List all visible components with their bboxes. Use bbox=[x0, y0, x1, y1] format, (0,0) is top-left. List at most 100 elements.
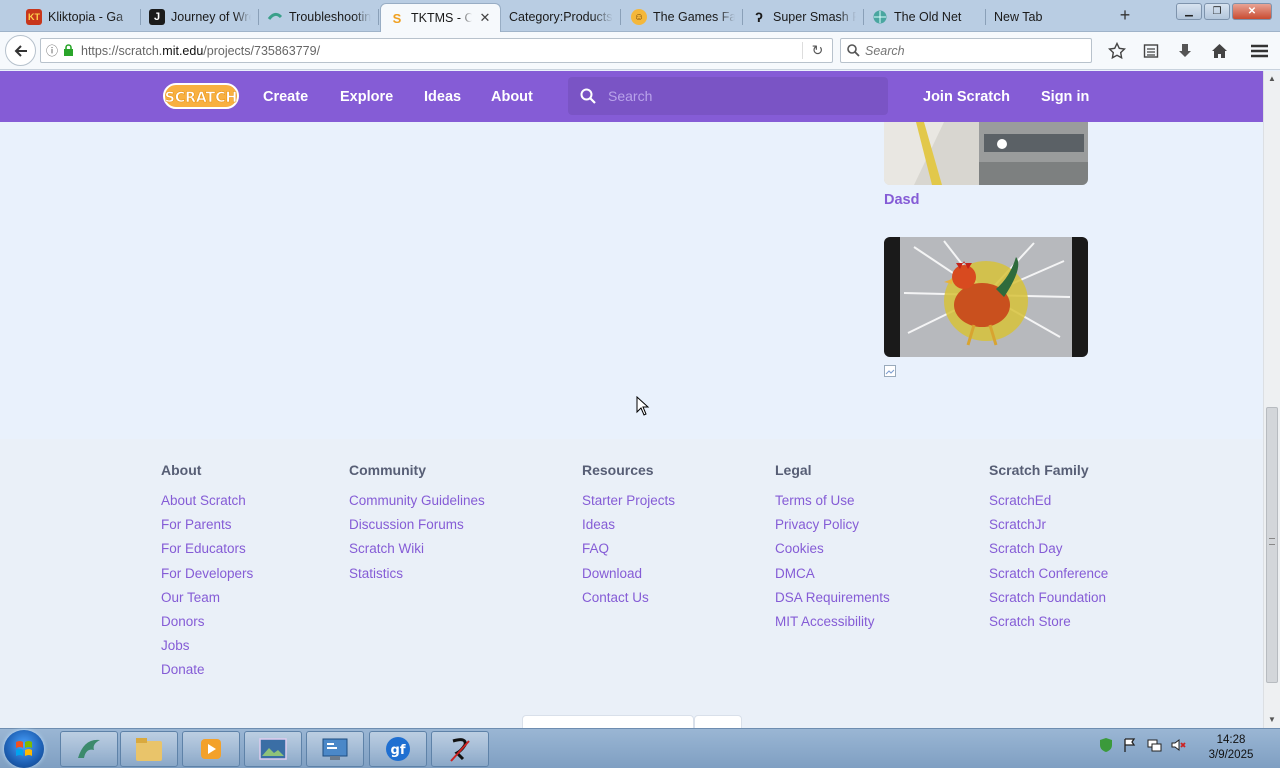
footer-link-jobs[interactable]: Jobs bbox=[161, 638, 253, 662]
footer-link-for-educators[interactable]: For Educators bbox=[161, 541, 253, 565]
hamburger-menu-icon[interactable] bbox=[1246, 39, 1272, 63]
sign-in-link[interactable]: Sign in bbox=[1041, 71, 1089, 122]
create-link[interactable]: Create bbox=[263, 71, 308, 122]
browser-tab-strip: KT Kliktopia - Ga J Journey of Wre Troub… bbox=[0, 0, 1280, 32]
clock-date: 3/9/2025 bbox=[1208, 749, 1254, 761]
footer-link-discussion-forums[interactable]: Discussion Forums bbox=[349, 517, 485, 541]
about-link[interactable]: About bbox=[491, 71, 533, 122]
tab-new-tab[interactable]: New Tab bbox=[986, 3, 1106, 31]
tab-troubleshooting[interactable]: Troubleshootin bbox=[259, 3, 379, 31]
scratch-logo[interactable]: SCRATCH bbox=[163, 82, 239, 110]
footer-link-faq[interactable]: FAQ bbox=[582, 541, 675, 565]
footer-link-scratchjr[interactable]: ScratchJr bbox=[989, 517, 1108, 541]
footer-link-for-developers[interactable]: For Developers bbox=[161, 566, 253, 590]
start-button[interactable] bbox=[4, 730, 44, 768]
bookmark-star-icon[interactable] bbox=[1100, 38, 1134, 63]
tab-old-net[interactable]: The Old Net bbox=[864, 3, 986, 31]
scrollbar-thumb[interactable] bbox=[1266, 407, 1278, 683]
footer-link-ideas[interactable]: Ideas bbox=[582, 517, 675, 541]
action-center-flag-icon[interactable] bbox=[1122, 737, 1138, 753]
ideas-link[interactable]: Ideas bbox=[424, 71, 461, 122]
windows-logo-icon bbox=[16, 741, 32, 756]
download-icon[interactable] bbox=[1168, 38, 1202, 63]
tab-smash[interactable]: ʔ Super Smash F bbox=[743, 3, 864, 31]
vertical-scrollbar[interactable]: ▲ ▼ bbox=[1263, 71, 1280, 728]
game-factory-icon: gf bbox=[386, 737, 410, 761]
footer-column-community: Community Community Guidelines Discussio… bbox=[349, 462, 485, 590]
minimize-button[interactable]: ▁ bbox=[1176, 3, 1202, 20]
browser-search-bar[interactable] bbox=[840, 38, 1092, 63]
footer-link-scratch-day[interactable]: Scratch Day bbox=[989, 541, 1108, 565]
project-thumbnail[interactable] bbox=[884, 122, 1088, 185]
tab-games-factory[interactable]: ☺ The Games Fa bbox=[623, 3, 743, 31]
address-bar[interactable]: ⓘ https://scratch.mit.edu/projects/73586… bbox=[40, 38, 833, 63]
join-scratch-link[interactable]: Join Scratch bbox=[923, 71, 1010, 122]
project-title-link[interactable]: Dasd bbox=[884, 192, 919, 208]
tab-tktms[interactable]: S TKTMS - C ✕ bbox=[380, 3, 501, 32]
project-thumbnail[interactable] bbox=[884, 237, 1088, 357]
scroll-up-arrow-icon[interactable]: ▲ bbox=[1264, 71, 1280, 87]
footer-link-scratch-foundation[interactable]: Scratch Foundation bbox=[989, 590, 1108, 614]
footer-link-our-team[interactable]: Our Team bbox=[161, 590, 253, 614]
maximize-button[interactable]: ❐ bbox=[1204, 3, 1230, 20]
browser-toolbar: ⓘ https://scratch.mit.edu/projects/73586… bbox=[0, 32, 1280, 70]
footer-link-statistics[interactable]: Statistics bbox=[349, 566, 485, 590]
footer-link-scratched[interactable]: ScratchEd bbox=[989, 493, 1108, 517]
taskbar-app-media-player[interactable] bbox=[182, 731, 240, 767]
bookmarks-list-icon[interactable] bbox=[1134, 38, 1168, 63]
footer-link-for-parents[interactable]: For Parents bbox=[161, 517, 253, 541]
footer-link-scratch-store[interactable]: Scratch Store bbox=[989, 614, 1108, 638]
footer-heading: Legal bbox=[775, 462, 812, 478]
security-shield-icon[interactable] bbox=[1098, 737, 1114, 753]
new-tab-button[interactable]: + bbox=[1115, 6, 1135, 26]
volume-muted-icon[interactable] bbox=[1170, 737, 1186, 753]
lock-icon[interactable] bbox=[61, 44, 75, 58]
grip-icon bbox=[1269, 538, 1275, 545]
footer-link-starter-projects[interactable]: Starter Projects bbox=[582, 493, 675, 517]
taskbar-app-photos[interactable] bbox=[244, 731, 302, 767]
footer-link-terms-of-use[interactable]: Terms of Use bbox=[775, 493, 890, 517]
taskbar-clock[interactable]: 14:28 3/9/2025 bbox=[1200, 733, 1262, 763]
close-window-button[interactable]: ✕ bbox=[1232, 3, 1272, 20]
footer-link-dsa-requirements[interactable]: DSA Requirements bbox=[775, 590, 890, 614]
footer-link-scratch-wiki[interactable]: Scratch Wiki bbox=[349, 541, 485, 565]
explore-link[interactable]: Explore bbox=[340, 71, 393, 122]
home-icon[interactable] bbox=[1202, 38, 1236, 63]
scroll-down-arrow-icon[interactable]: ▼ bbox=[1264, 712, 1280, 728]
taskbar-app-game-factory[interactable]: gf bbox=[369, 731, 427, 767]
language-selector-arrow[interactable] bbox=[694, 715, 742, 728]
reload-icon[interactable]: ↻ bbox=[802, 42, 832, 59]
footer-link-download[interactable]: Download bbox=[582, 566, 675, 590]
footer-link-about-scratch[interactable]: About Scratch bbox=[161, 493, 253, 517]
footer-link-cookies[interactable]: Cookies bbox=[775, 541, 890, 565]
browser-search-input[interactable] bbox=[865, 43, 1065, 58]
footer-link-mit-accessibility[interactable]: MIT Accessibility bbox=[775, 614, 890, 638]
url-text[interactable]: https://scratch.mit.edu/projects/7358637… bbox=[81, 44, 802, 58]
taskbar-app-dragon[interactable] bbox=[60, 731, 118, 767]
taskbar-app-smash[interactable] bbox=[431, 731, 489, 767]
footer-link-scratch-conference[interactable]: Scratch Conference bbox=[989, 566, 1108, 590]
back-button[interactable] bbox=[5, 35, 36, 66]
journey-icon: J bbox=[149, 9, 165, 25]
tab-kliktopia[interactable]: KT Kliktopia - Ga bbox=[18, 3, 141, 31]
taskbar-app-explorer[interactable] bbox=[120, 731, 178, 767]
tab-category-products[interactable]: Category:Products bbox=[501, 3, 621, 31]
footer-column-about: About About Scratch For Parents For Educ… bbox=[161, 462, 253, 687]
windows-taskbar: gf 14:28 3/9/2025 bbox=[0, 728, 1280, 768]
footer-link-community-guidelines[interactable]: Community Guidelines bbox=[349, 493, 485, 517]
network-icon[interactable] bbox=[1146, 737, 1162, 753]
taskbar-app-control-panel[interactable] bbox=[306, 731, 364, 767]
scratch-search-box[interactable] bbox=[568, 77, 888, 115]
tab-journey[interactable]: J Journey of Wre bbox=[141, 3, 259, 31]
close-tab-icon[interactable]: ✕ bbox=[478, 10, 492, 26]
footer-column-scratch-family: Scratch Family ScratchEd ScratchJr Scrat… bbox=[989, 462, 1108, 638]
rooster-image bbox=[884, 237, 1088, 357]
footer-link-donate[interactable]: Donate bbox=[161, 662, 253, 686]
footer-link-privacy-policy[interactable]: Privacy Policy bbox=[775, 517, 890, 541]
scratch-search-input[interactable] bbox=[608, 88, 868, 104]
footer-link-dmca[interactable]: DMCA bbox=[775, 566, 890, 590]
footer-link-contact-us[interactable]: Contact Us bbox=[582, 590, 675, 614]
info-icon[interactable]: ⓘ bbox=[43, 42, 61, 59]
language-selector[interactable] bbox=[522, 715, 694, 728]
footer-link-donors[interactable]: Donors bbox=[161, 614, 253, 638]
